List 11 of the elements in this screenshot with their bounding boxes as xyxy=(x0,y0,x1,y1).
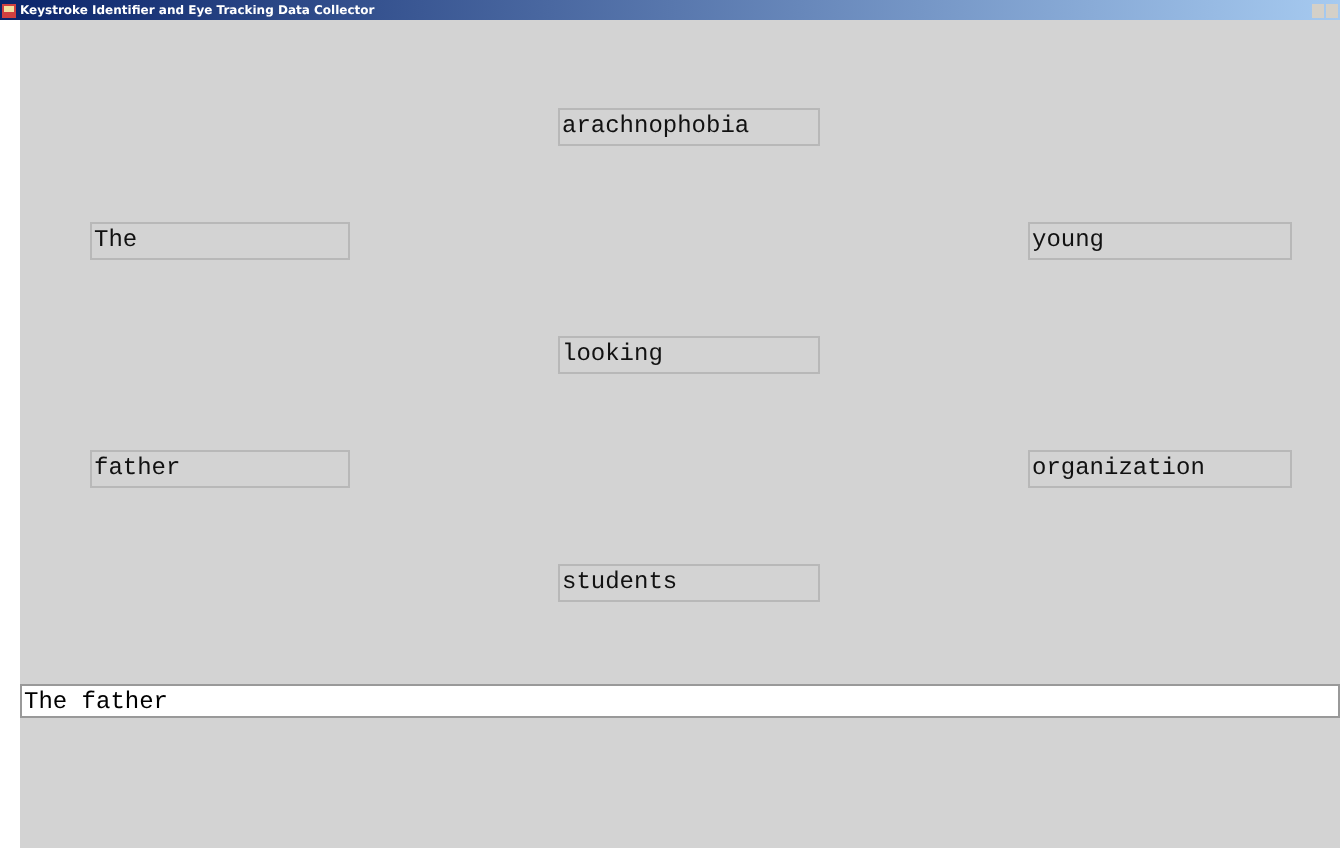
word-label: organization xyxy=(1028,450,1292,488)
word-label: students xyxy=(558,564,820,602)
maximize-button[interactable] xyxy=(1326,3,1338,17)
minimize-button[interactable] xyxy=(1312,3,1324,17)
word-label: arachnophobia xyxy=(558,108,820,146)
word-label: young xyxy=(1028,222,1292,260)
input-field[interactable]: The father xyxy=(20,684,1340,718)
word-label: father xyxy=(90,450,350,488)
app-icon xyxy=(2,3,16,17)
word-label: The xyxy=(90,222,350,260)
word-label: looking xyxy=(558,336,820,374)
